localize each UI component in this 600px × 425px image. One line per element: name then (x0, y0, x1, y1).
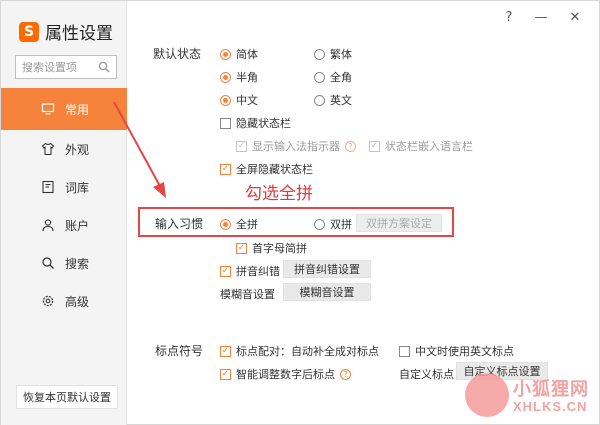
radio-button[interactable] (220, 218, 231, 230)
close-button[interactable]: ✕ (566, 9, 584, 27)
radio-chinese[interactable]: 中文 (220, 92, 258, 108)
checkbox-hide-statusbar[interactable]: 隐藏状态栏 (220, 115, 291, 131)
option-label: 显示输入法指示器 (252, 140, 340, 153)
help-icon[interactable]: ? (340, 368, 351, 380)
option-label: 英文 (330, 94, 352, 107)
radio-button[interactable] (220, 71, 231, 83)
sidebar-item-advanced[interactable]: 高级 (1, 282, 127, 320)
sidebar-item-label: 词库 (65, 180, 90, 195)
sidebar-item-label: 搜索 (65, 256, 90, 271)
fuzzy-sound-label: 模糊音设置 (220, 288, 275, 301)
annotation-text: 勾选全拼 (245, 184, 313, 204)
sidebar-item-common[interactable]: 常用 (1, 88, 127, 130)
checkbox[interactable] (220, 117, 231, 129)
search-icon[interactable] (98, 61, 110, 73)
option-label: 中文 (236, 94, 258, 107)
checkbox-smart-adjust[interactable]: 智能调整数字后标点 ? (220, 366, 351, 382)
minimize-button[interactable]: — (532, 9, 550, 27)
sidebar-item-label: 外观 (65, 142, 90, 157)
radio-full-width[interactable]: 全角 (314, 69, 352, 85)
window-title: S 属性设置 (19, 19, 113, 44)
settings-window: S 属性设置 常用 外观 (0, 0, 600, 425)
radio-half-width[interactable]: 半角 (220, 69, 258, 85)
checkbox (236, 140, 247, 152)
custom-punct-label: 自定义标点 (399, 368, 454, 381)
sidebar: S 属性设置 常用 外观 (1, 1, 127, 425)
radio-button[interactable] (314, 48, 325, 60)
help-button[interactable]: ? (500, 9, 518, 27)
radio-button[interactable] (314, 71, 325, 83)
checkbox[interactable] (399, 345, 410, 357)
radio-full-pinyin[interactable]: 全拼 (220, 216, 258, 232)
option-label: 双拼 (330, 218, 352, 231)
dictionary-icon (42, 180, 54, 194)
sidebar-item-account[interactable]: 账户 (1, 206, 127, 244)
radio-traditional[interactable]: 繁体 (314, 46, 352, 62)
radio-button[interactable] (314, 218, 325, 230)
checkbox[interactable] (220, 265, 231, 277)
sidebar-item-dictionary[interactable]: 词库 (1, 168, 127, 206)
pinyin-correction-settings-button[interactable]: 拼音纠错设置 (283, 260, 371, 278)
radio-button[interactable] (220, 94, 231, 106)
checkbox-first-letter[interactable]: 首字母简拼 (236, 240, 307, 256)
radio-double-pinyin[interactable]: 双拼 (314, 216, 352, 232)
default-state-label: 默认状态 (153, 47, 202, 61)
checkbox[interactable] (220, 163, 231, 175)
monitor-icon (41, 103, 55, 115)
checkbox-embed-language-bar: 状态栏嵌入语言栏 (369, 138, 473, 154)
restore-defaults-button[interactable]: 恢复本页默认设置 (16, 385, 118, 409)
double-pinyin-settings-button: 双拼方案设定 (356, 214, 442, 232)
checkbox-pinyin-correction[interactable]: 拼音纠错 (220, 263, 280, 279)
option-label: 全拼 (236, 218, 258, 231)
checkbox[interactable] (220, 368, 231, 380)
option-label: 繁体 (330, 48, 352, 61)
input-habit-label: 输入习惯 (155, 217, 204, 231)
option-label: 智能调整数字后标点 (236, 368, 335, 381)
checkbox (369, 140, 380, 152)
help-icon: ? (345, 140, 356, 152)
radio-button[interactable] (220, 48, 231, 60)
watermark: 小狐狸网 XHLKS.CN (461, 369, 600, 425)
option-label: 半角 (236, 71, 258, 84)
option-label: 隐藏状态栏 (236, 117, 291, 130)
sidebar-item-search[interactable]: 搜索 (1, 244, 127, 282)
checkbox-show-indicator: 显示输入法指示器 ? (236, 138, 356, 154)
fuzzy-sound-settings-button[interactable]: 模糊音设置 (283, 283, 371, 301)
shirt-icon (41, 142, 55, 156)
watermark-url: XHLKS.CN (513, 399, 588, 414)
checkbox[interactable] (236, 242, 247, 254)
checkbox[interactable] (220, 345, 231, 357)
punctuation-label: 标点符号 (155, 344, 204, 358)
gear-icon (42, 295, 54, 307)
option-label: 状态栏嵌入语言栏 (385, 140, 473, 153)
checkbox-english-punct[interactable]: 中文时使用英文标点 (399, 343, 514, 359)
search-box[interactable] (15, 55, 117, 79)
sidebar-item-label: 常用 (65, 102, 90, 117)
option-label: 全屏隐藏状态栏 (236, 163, 313, 176)
radio-button[interactable] (314, 94, 325, 106)
search-input[interactable] (22, 60, 96, 74)
sidebar-item-label: 高级 (65, 294, 90, 309)
checkbox-fullscreen-hide[interactable]: 全屏隐藏状态栏 (220, 161, 313, 177)
radio-simplified[interactable]: 简体 (220, 46, 258, 62)
user-icon (42, 219, 54, 232)
sogou-logo: S (19, 21, 39, 42)
sidebar-item-appearance[interactable]: 外观 (1, 130, 127, 168)
sidebar-nav: 常用 外观 词库 账户 搜索 高级 (1, 88, 127, 320)
page-title: 属性设置 (45, 24, 113, 44)
option-label: 全角 (330, 71, 352, 84)
option-label: 首字母简拼 (252, 242, 307, 255)
search-icon (42, 257, 54, 269)
option-label: 中文时使用英文标点 (415, 345, 514, 358)
sidebar-item-label: 账户 (65, 218, 90, 233)
radio-english[interactable]: 英文 (314, 92, 352, 108)
option-label: 简体 (236, 48, 258, 61)
checkbox-punct-pairing[interactable]: 标点配对：自动补全成对标点 (220, 343, 379, 359)
option-label: 拼音纠错 (236, 265, 280, 278)
option-label: 标点配对：自动补全成对标点 (236, 345, 379, 358)
fox-logo-icon (465, 373, 509, 417)
watermark-text: 小狐狸网 (513, 379, 589, 400)
